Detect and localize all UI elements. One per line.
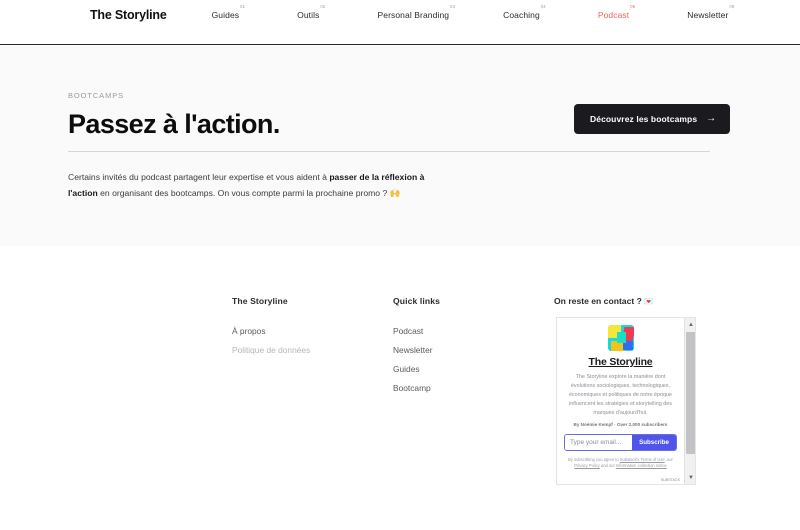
embed-scrollbar[interactable]: ▲ ▼ [684,318,696,484]
page-title: Passez à l'action. [68,109,280,139]
nav-items: Guides 01 Outils 02 Personal Branding 03… [211,4,787,20]
fine-print-sep2: and our [599,463,616,469]
hero-eyebrow: BOOTCAMPS [68,91,125,100]
substack-embed: The Storyline The Storyline explore la m… [556,317,696,485]
footer-link-politique-de-donnees[interactable]: Politique de données [232,345,310,355]
contact-heading-label: On reste en contact ? [554,296,642,306]
hero-copy-lead: Certains invités du podcast partagent le… [68,172,330,182]
footer-link-newsletter[interactable]: Newsletter [393,345,440,355]
site-logo[interactable]: The Storyline [90,8,167,22]
substack-publication-title[interactable]: The Storyline [564,356,677,368]
love-letter-icon: 💌 [644,297,654,306]
nav-item-number: 04 [540,3,546,9]
nav-item-label: Newsletter [687,9,729,20]
nav-item-personal-branding[interactable]: Personal Branding 03 [377,4,454,20]
nav-item-label: Outils [297,9,320,20]
privacy-policy-link[interactable]: Privacy Policy [574,463,599,468]
fine-print-lead: By subscribing you agree to [568,456,620,462]
hero-section: BOOTCAMPS Passez à l'action. Découvrez l… [0,44,800,246]
terms-of-use-link[interactable]: Substack's Terms of Use [620,457,665,462]
nav-item-number: 03 [450,3,456,9]
nav-item-label: Podcast [597,9,630,20]
email-field[interactable] [565,434,633,450]
hero-description: Certains invités du podcast partagent le… [68,170,448,202]
scrollbar-track[interactable] [685,331,695,471]
nav-item-number: 02 [320,3,326,9]
contact-heading: On reste en contact ? 💌 [554,296,654,306]
hero-copy-tail: en organisant des bootcamps. On vous com… [97,187,401,198]
nav-item-outils[interactable]: Outils 02 [297,4,325,20]
nav-item-number: 06 [729,3,735,9]
substack-badge: SUBSTACK [660,478,680,482]
footer-link-guides[interactable]: Guides [393,364,440,374]
nav-item-label: Personal Branding [377,9,450,20]
footer-column-quick-links: Quick links Podcast Newsletter Guides Bo… [393,296,440,402]
arrow-right-icon: → [706,113,717,124]
subscribe-button[interactable]: Subscribe [632,434,676,450]
footer-link-podcast[interactable]: Podcast [393,326,440,336]
subscribe-form: Subscribe [564,433,677,451]
fine-print-sep1: , our [664,456,673,462]
information-collection-notice-link[interactable]: Information collection notice [616,463,667,468]
substack-publication-byline: By Noémie Kempf · Over 2,000 subscribers [573,421,668,427]
substack-embed-body: The Storyline The Storyline explore la m… [557,318,684,484]
nav-item-label: Coaching [503,9,540,20]
cta-label: Découvrez les bootcamps [590,114,698,124]
footer-link-a-propos[interactable]: À propos [232,326,310,336]
nav-item-podcast[interactable]: Podcast 05 [597,4,635,20]
site-footer: The Storyline À propos Politique de donn… [0,296,800,530]
substack-publication-description: The Storyline explore la manière dont év… [568,374,673,416]
nav-item-newsletter[interactable]: Newsletter 06 [687,4,734,20]
nav-item-label: Guides [211,9,240,20]
footer-column-brand: The Storyline À propos Politique de donn… [232,296,310,364]
footer-column-title: The Storyline [232,296,288,306]
nav-item-number: 05 [630,3,636,9]
substack-publication-logo-icon [607,325,634,351]
scroll-up-icon[interactable]: ▲ [685,318,696,331]
footer-link-bootcamp[interactable]: Bootcamp [393,383,440,393]
nav-item-coaching[interactable]: Coaching 04 [503,4,546,20]
scrollbar-thumb[interactable] [685,332,695,454]
footer-column-title: Quick links [393,296,440,306]
nav-item-number: 01 [240,3,246,9]
horizontal-divider [68,151,710,152]
discover-bootcamps-button[interactable]: Découvrez les bootcamps → [574,104,731,134]
scroll-down-icon[interactable]: ▼ [685,471,696,484]
top-navigation: The Storyline Guides 01 Outils 02 Person… [0,0,800,29]
subscribe-fine-print: By subscribing you agree to Substack's T… [564,457,677,471]
nav-item-guides[interactable]: Guides 01 [211,4,245,20]
